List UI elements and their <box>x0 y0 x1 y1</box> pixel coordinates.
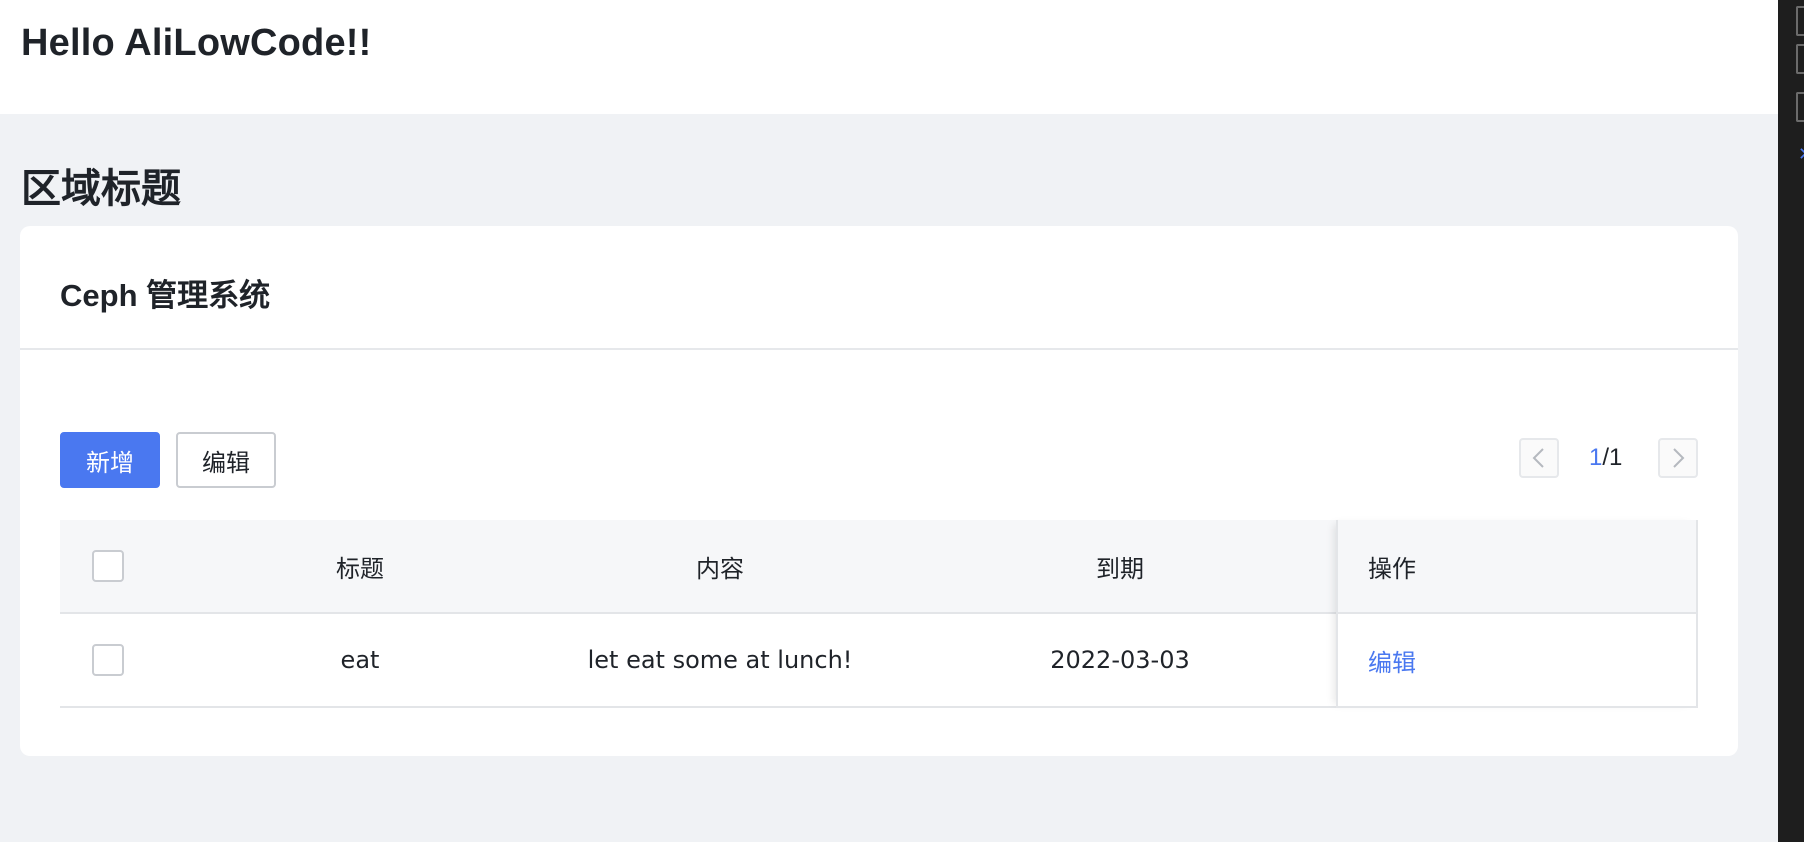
add-button[interactable]: 新增 <box>60 432 160 488</box>
card-header: Ceph 管理系统 <box>20 226 1738 350</box>
column-header-due[interactable]: 到期 <box>920 520 1320 612</box>
row-edit-link[interactable]: 编辑 <box>1368 643 1416 678</box>
pagination-indicator: 1/1 <box>1589 444 1622 472</box>
pagination-current: 1 <box>1589 444 1603 471</box>
header-checkbox-cell <box>92 520 124 612</box>
row-checkbox-cell <box>92 614 124 706</box>
cell-action: 编辑 <box>1336 614 1698 706</box>
section-title: 区域标题 <box>21 167 181 211</box>
top-header: Hello AliLowCode!! <box>0 0 1778 114</box>
devtools-square-icon <box>1796 92 1804 122</box>
row-checkbox[interactable] <box>92 644 124 676</box>
cell-content: let eat some at lunch! <box>587 646 853 674</box>
column-header-title[interactable]: 标题 <box>200 520 520 612</box>
pagination-total: 1 <box>1609 444 1623 471</box>
select-all-checkbox[interactable] <box>92 550 124 582</box>
column-header-content[interactable]: 内容 <box>520 520 920 612</box>
data-table: 标题 内容 到期 操作 eat let eat some at lunch! 2… <box>60 520 1698 708</box>
devtools-square-icon <box>1796 44 1804 74</box>
column-header-action: 操作 <box>1368 554 1416 583</box>
chevron-right-icon <box>1673 448 1685 468</box>
chevron-left-icon <box>1532 448 1544 468</box>
devtools-panel-edge <box>1778 0 1804 842</box>
edit-button[interactable]: 编辑 <box>176 432 276 488</box>
app-title: Hello AliLowCode!! <box>21 22 372 64</box>
content-card: Ceph 管理系统 新增 编辑 1/1 标题 内容 到期 操作 eat let … <box>20 226 1738 756</box>
cell-title: eat <box>340 646 380 674</box>
close-icon[interactable]: ✕ <box>1798 144 1804 165</box>
card-title: Ceph 管理系统 <box>60 278 271 313</box>
devtools-square-icon <box>1796 6 1804 36</box>
pagination-next-button[interactable] <box>1658 438 1698 478</box>
table-row: eat let eat some at lunch! 2022-03-03 编辑 <box>60 614 1698 708</box>
pagination-prev-button[interactable] <box>1519 438 1559 478</box>
table-header-row: 标题 内容 到期 操作 <box>60 520 1698 614</box>
cell-due: 2022-03-03 <box>1050 646 1190 674</box>
